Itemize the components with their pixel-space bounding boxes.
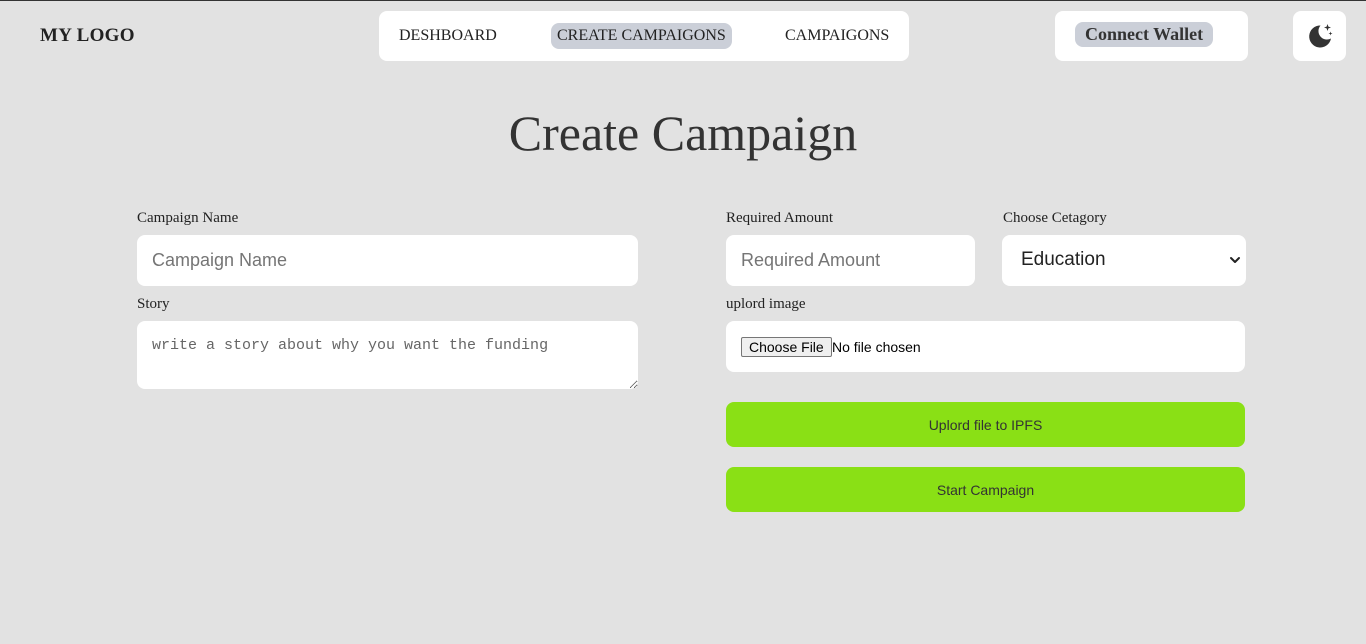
campaign-name-label: Campaign Name — [137, 210, 239, 226]
start-campaign-button[interactable]: Start Campaign — [726, 467, 1245, 512]
category-selected-value: Education — [1021, 249, 1106, 270]
required-amount-input[interactable] — [726, 235, 975, 286]
category-select[interactable]: Education — [1002, 235, 1246, 286]
chevron-down-icon — [1230, 257, 1240, 263]
moon-stars-icon — [1308, 24, 1332, 48]
wallet-panel: Connect Wallet — [1055, 11, 1248, 61]
page-title: Create Campaign — [508, 105, 858, 161]
upload-image-label: uplord image — [726, 296, 806, 312]
file-input: Choose File No file chosen — [726, 321, 1245, 372]
required-amount-label: Required Amount — [726, 210, 834, 226]
choose-file-button[interactable]: Choose File — [741, 337, 832, 357]
campaign-name-input[interactable] — [137, 235, 638, 286]
category-label: Choose Cetagory — [1003, 210, 1107, 226]
theme-toggle-button[interactable] — [1293, 11, 1346, 61]
nav-item-campaigns[interactable]: CAMPAIGONS — [779, 23, 895, 49]
story-textarea[interactable] — [137, 321, 638, 389]
main-nav: DESHBOARD CREATE CAMPAIGONS CAMPAIGONS — [379, 11, 909, 61]
nav-item-create-campaigns[interactable]: CREATE CAMPAIGONS — [551, 23, 732, 49]
file-status: No file chosen — [832, 339, 921, 355]
nav-item-dashboard[interactable]: DESHBOARD — [393, 23, 503, 49]
connect-wallet-button[interactable]: Connect Wallet — [1075, 22, 1214, 47]
upload-ipfs-button[interactable]: Uplord file to IPFS — [726, 402, 1245, 447]
story-label: Story — [137, 296, 170, 312]
logo[interactable]: MY LOGO — [40, 25, 135, 47]
